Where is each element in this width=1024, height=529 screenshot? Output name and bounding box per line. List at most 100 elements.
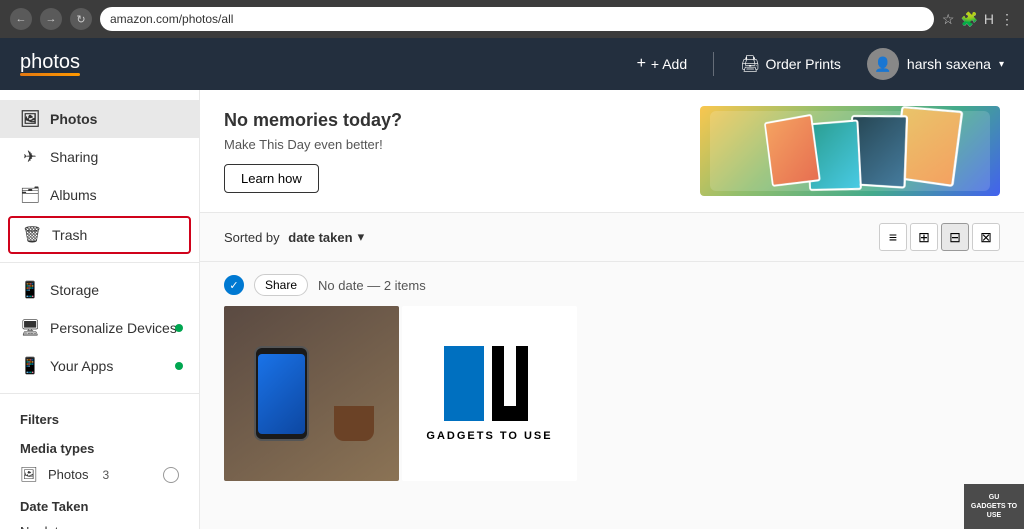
sidebar-albums-label: Albums (50, 187, 97, 203)
sidebar-filter-photos[interactable]: 🖼 Photos 3 (0, 460, 199, 489)
sort-button[interactable]: Sorted by date taken ▾ (224, 229, 364, 245)
photo-thumb-2[interactable]: GADGETS TO USE (402, 306, 577, 481)
banner-image (700, 106, 1000, 196)
user-menu[interactable]: 👤 harsh saxena ▾ (867, 48, 1004, 80)
order-prints-label: Order Prints (765, 56, 840, 72)
toolbar: Sorted by date taken ▾ ≡ ⊞ ⊟ ⊠ (200, 213, 1024, 262)
sharing-icon: ✈ (20, 147, 40, 167)
trash-icon: 🗑 (22, 225, 42, 245)
browser-chrome: ← → ↻ amazon.com/photos/all ☆ 🧩 H ⋮ (0, 0, 1024, 38)
grid4-icon: ⊠ (980, 229, 992, 246)
personalize-dot (175, 324, 183, 332)
media-types-title: Media types (0, 431, 199, 460)
address-bar[interactable]: amazon.com/photos/all (100, 7, 934, 31)
printer-icon: 🖨 (740, 54, 760, 74)
filter-photos-radio[interactable] (163, 467, 179, 483)
list-icon: ≡ (889, 229, 897, 245)
sidebar-filter-no-date[interactable]: No date (0, 518, 199, 529)
back-button[interactable]: ← (10, 8, 32, 30)
view-grid4-button[interactable]: ⊠ (972, 223, 1000, 251)
header-actions: + + Add 🖨 Order Prints 👤 harsh saxena ▾ (627, 48, 1004, 80)
film-cards (768, 113, 946, 189)
photo-grid: GADGETS TO USE (224, 306, 1000, 481)
banner: No memories today? Make This Day even be… (200, 90, 1024, 213)
section-divider: — (367, 278, 384, 293)
forward-button[interactable]: → (40, 8, 62, 30)
apps-icon: 📱 (20, 356, 40, 376)
filter-photos-count: 3 (102, 468, 109, 482)
reload-button[interactable]: ↻ (70, 8, 92, 30)
app-logo: photos (20, 52, 80, 76)
view-grid2-button[interactable]: ⊞ (910, 223, 938, 251)
storage-icon: 📱 (20, 280, 40, 300)
share-button[interactable]: Share (254, 274, 308, 296)
photo-thumb-1[interactable] (224, 306, 399, 481)
logo-underline (20, 73, 80, 76)
chevron-down-icon: ▾ (999, 59, 1004, 70)
filter-photos-label: Photos (48, 467, 88, 482)
phone-screen (258, 354, 305, 434)
sort-label: Sorted by (224, 230, 283, 245)
gadgets-logo-svg (444, 346, 534, 426)
filter-photos-icon: 🖼 (20, 466, 38, 483)
sidebar-item-trash[interactable]: 🗑 Trash (8, 216, 191, 254)
corner-watermark: GU GADGETS TO USE (964, 484, 1024, 529)
sort-chevron-icon: ▾ (358, 229, 365, 245)
sidebar-item-storage[interactable]: 📱 Storage (0, 271, 199, 309)
user-name: harsh saxena (907, 56, 991, 72)
extension-icon[interactable]: 🧩 (960, 11, 977, 28)
film-strip (710, 111, 990, 191)
no-date-label: No date (20, 524, 66, 529)
section-header: ✓ Share No date — 2 items (224, 274, 1000, 296)
add-button[interactable]: + + Add (627, 50, 698, 78)
add-icon: + (637, 55, 646, 73)
section-select-all[interactable]: ✓ (224, 275, 244, 295)
add-label: + Add (651, 56, 687, 72)
grid2-icon: ⊞ (918, 229, 930, 246)
phone-image (224, 306, 399, 481)
banner-subtext: Make This Day even better! (224, 137, 402, 152)
sidebar-item-sharing[interactable]: ✈ Sharing (0, 138, 199, 176)
sidebar-item-albums[interactable]: 🗂 Albums (0, 176, 199, 214)
sidebar-sharing-label: Sharing (50, 149, 98, 165)
sidebar-item-your-apps[interactable]: 📱 Your Apps (0, 347, 199, 385)
app-header: photos + + Add 🖨 Order Prints 👤 harsh sa… (0, 38, 1024, 90)
banner-text: No memories today? Make This Day even be… (224, 110, 402, 193)
main-content: 🖼 Photos ✈ Sharing 🗂 Albums 🗑 Trash 📱 St… (0, 90, 1024, 529)
sidebar-item-personalize[interactable]: 🖥 Personalize Devices (0, 309, 199, 347)
sidebar: 🖼 Photos ✈ Sharing 🗂 Albums 🗑 Trash 📱 St… (0, 90, 200, 529)
learn-how-button[interactable]: Learn how (224, 164, 319, 193)
app-container: photos + + Add 🖨 Order Prints 👤 harsh sa… (0, 38, 1024, 529)
logo-letters (444, 346, 534, 426)
url-text: amazon.com/photos/all (110, 12, 233, 26)
order-prints-button[interactable]: 🖨 Order Prints (730, 49, 851, 79)
banner-heading: No memories today? (224, 110, 402, 131)
view-grid3-button[interactable]: ⊟ (941, 223, 969, 251)
gadgets-text: GADGETS TO USE (426, 430, 552, 442)
view-options: ≡ ⊞ ⊟ ⊠ (879, 223, 1000, 251)
photo-section: ✓ Share No date — 2 items (200, 262, 1024, 529)
sidebar-storage-label: Storage (50, 282, 99, 298)
sidebar-divider-2 (0, 393, 199, 394)
sidebar-photos-label: Photos (50, 111, 97, 127)
grid3-icon: ⊟ (949, 229, 961, 246)
apps-dot (175, 362, 183, 370)
bookmark-icon[interactable]: ☆ (942, 11, 955, 28)
view-list-button[interactable]: ≡ (879, 223, 907, 251)
sidebar-personalize-label: Personalize Devices (50, 320, 177, 336)
film-card-1 (764, 114, 821, 187)
logo-box: GADGETS TO USE (426, 346, 552, 442)
gadgets-logo-image: GADGETS TO USE (402, 306, 577, 481)
menu-icon[interactable]: ⋮ (1000, 11, 1014, 28)
profile-icon[interactable]: H (984, 11, 994, 28)
sidebar-divider-1 (0, 262, 199, 263)
sidebar-item-photos[interactable]: 🖼 Photos (0, 100, 199, 138)
sidebar-apps-label: Your Apps (50, 358, 113, 374)
sidebar-trash-label: Trash (52, 227, 87, 243)
avatar: 👤 (867, 48, 899, 80)
albums-icon: 🗂 (20, 185, 40, 205)
phone-shape (254, 346, 309, 441)
filters-title: Filters (0, 402, 199, 431)
logo-text: photos (20, 52, 80, 72)
browser-action-icons: ☆ 🧩 H ⋮ (942, 11, 1014, 28)
